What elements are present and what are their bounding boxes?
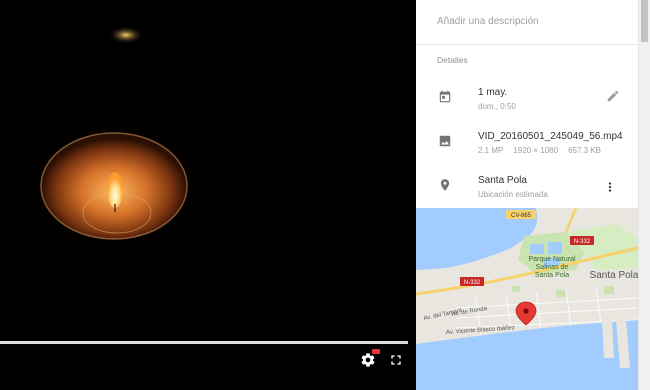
map-label-n332-top: N-332: [574, 239, 591, 245]
panel-scroll-thumb[interactable]: [641, 0, 648, 42]
date-row: 1 may. dom., 0:50: [416, 84, 638, 116]
edit-date-icon[interactable]: [606, 89, 620, 103]
section-title: Detalles: [437, 55, 468, 65]
candle-flame: [107, 172, 123, 208]
location-row: Santa Pola Ubicación estimada: [416, 172, 638, 204]
file-megapixels: 2.1 MP: [478, 146, 504, 155]
distant-light: [108, 26, 144, 44]
divider: [416, 44, 638, 45]
location-map[interactable]: CV-865 N-332 N-332 Parque Natural Salina…: [416, 208, 638, 390]
calendar-icon: [439, 90, 451, 103]
fullscreen-button[interactable]: [388, 352, 404, 368]
file-size: 657.3 KB: [568, 146, 601, 155]
location-subtitle: Ubicación estimada: [478, 190, 548, 199]
date-title: 1 may.: [478, 87, 508, 98]
file-name: VID_20160501_245049_56.mp4: [478, 131, 623, 142]
player-controls: [360, 349, 404, 368]
settings-button[interactable]: [360, 349, 380, 368]
fullscreen-icon: [391, 355, 401, 365]
map-label-park-3: Santa Pola: [535, 272, 569, 279]
progress-bar[interactable]: [0, 341, 408, 344]
photo-viewer: Añadir una descripción Detalles 1 may. d…: [0, 0, 650, 390]
settings-icon: [361, 353, 375, 367]
video-player[interactable]: [0, 0, 416, 390]
date-subtitle: dom., 0:50: [478, 102, 516, 111]
progress-fill: [0, 341, 400, 344]
info-panel: Añadir una descripción Detalles 1 may. d…: [416, 0, 650, 390]
map-label-town: Santa Pola: [590, 270, 638, 281]
more-options-icon[interactable]: [603, 180, 617, 194]
panel-scrollbar[interactable]: [638, 0, 650, 390]
map-label-park-1: Parque Natural: [528, 256, 576, 263]
location-name: Santa Pola: [478, 175, 527, 186]
location-pin-icon: [440, 179, 450, 191]
file-resolution: 1920 × 1080: [513, 146, 559, 155]
description-field[interactable]: Añadir una descripción: [437, 16, 627, 27]
video-frame[interactable]: [0, 0, 416, 340]
file-row: VID_20160501_245049_56.mp4 2.1 MP 1920 × …: [416, 128, 638, 160]
map-label-park-2: Salinas de: [536, 264, 569, 271]
map-label-cv865: CV-865: [511, 213, 532, 219]
map-label-n332-left: N-332: [464, 280, 481, 286]
image-icon: [439, 135, 451, 147]
hd-badge: [372, 349, 380, 354]
file-meta: 2.1 MP 1920 × 1080 657.3 KB: [478, 146, 611, 155]
